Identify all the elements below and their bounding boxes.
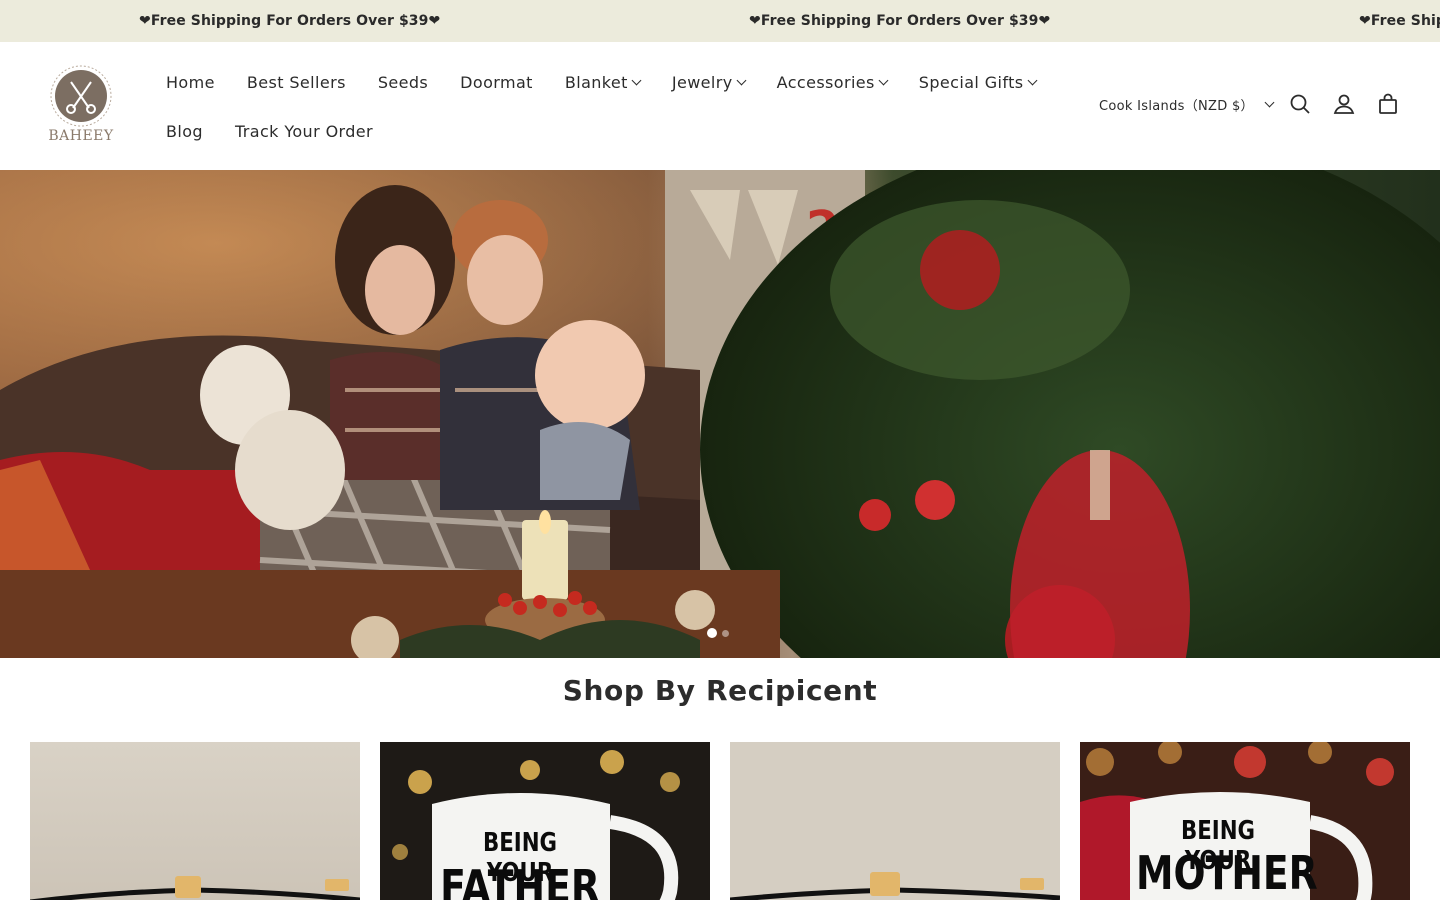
announcement-text: ❤Free Shipping For Orders Over $39❤ — [749, 13, 1051, 29]
slide-dot[interactable] — [707, 628, 717, 638]
nav-blanket[interactable]: Blanket — [549, 73, 656, 92]
logo-text: BAHEEY — [48, 128, 114, 144]
recipient-card[interactable]: BEING YOUR MOTHER — [1080, 742, 1410, 900]
main-nav-row-2: Blog Track Your Order — [150, 117, 389, 145]
announcement-text: ❤Free Shipping For Orders Over $39❤ — [1359, 13, 1440, 29]
currency-selector[interactable]: Cook Islands（NZD $） — [1099, 92, 1275, 116]
nav-label: Track Your Order — [234, 121, 374, 141]
nav-label: Home — [166, 72, 215, 92]
section-title: Shop By Recipicent — [562, 674, 878, 707]
site-header: BAHEEY Home Best Sellers Seeds Doormat B… — [0, 42, 1440, 170]
nav-label: Accessories — [776, 72, 875, 92]
announcement-text: ❤Free Shipping For Orders Over $39❤ — [139, 13, 441, 29]
nav-home[interactable]: Home — [150, 73, 231, 92]
nav-blog[interactable]: Blog — [150, 122, 219, 141]
slideshow-dots — [707, 628, 729, 638]
mug-text-line2: MOTHER — [1136, 846, 1318, 900]
recipient-card[interactable] — [30, 742, 360, 900]
chevron-down-icon — [1027, 75, 1037, 85]
chevron-down-icon — [736, 75, 747, 85]
slide-dot[interactable] — [722, 629, 729, 637]
chevron-down-icon — [1264, 97, 1275, 107]
mug-text-line2: FATHER — [440, 860, 600, 900]
nav-track-order[interactable]: Track Your Order — [219, 122, 389, 141]
scissors-logo-icon — [50, 65, 112, 127]
nav-seeds[interactable]: Seeds — [362, 73, 444, 92]
nav-doormat[interactable]: Doormat — [444, 73, 549, 92]
cart-icon[interactable] — [1376, 92, 1400, 116]
nav-label: Blog — [166, 121, 203, 141]
recipient-card[interactable] — [730, 742, 1060, 900]
nav-accessories[interactable]: Accessories — [761, 73, 903, 92]
main-nav: Home Best Sellers Seeds Doormat Blanket … — [150, 68, 1052, 96]
logo[interactable]: BAHEEY — [44, 62, 118, 148]
nav-label: Jewelry — [671, 72, 733, 92]
hero-slideshow[interactable]: 2 — [0, 170, 1440, 658]
chevron-down-icon — [878, 75, 889, 85]
announcement-bar: ❤Free Shipping For Orders Over $39❤ ❤Fre… — [0, 0, 1440, 42]
hero-image: 2 — [0, 170, 1440, 658]
nav-label: Special Gifts — [918, 72, 1024, 92]
nav-label: Best Sellers — [246, 72, 346, 92]
nav-best-sellers[interactable]: Best Sellers — [231, 73, 362, 92]
nav-jewelry[interactable]: Jewelry — [656, 73, 761, 92]
nav-label: Blanket — [564, 72, 628, 92]
recipient-card[interactable]: BEING YOUR FATHER — [380, 742, 710, 900]
nav-special-gifts[interactable]: Special Gifts — [903, 73, 1052, 92]
chevron-down-icon — [631, 75, 642, 85]
search-icon[interactable] — [1288, 92, 1312, 116]
account-icon[interactable] — [1332, 92, 1356, 116]
nav-label: Doormat — [460, 72, 533, 92]
bracelet-image — [30, 742, 360, 900]
nav-label: Seeds — [377, 72, 429, 92]
bracelet-image — [730, 742, 1060, 900]
recipient-grid: BEING YOUR FATHER BEING YOUR MOTHER — [30, 742, 1410, 900]
currency-label: Cook Islands（NZD $） — [1099, 98, 1254, 114]
